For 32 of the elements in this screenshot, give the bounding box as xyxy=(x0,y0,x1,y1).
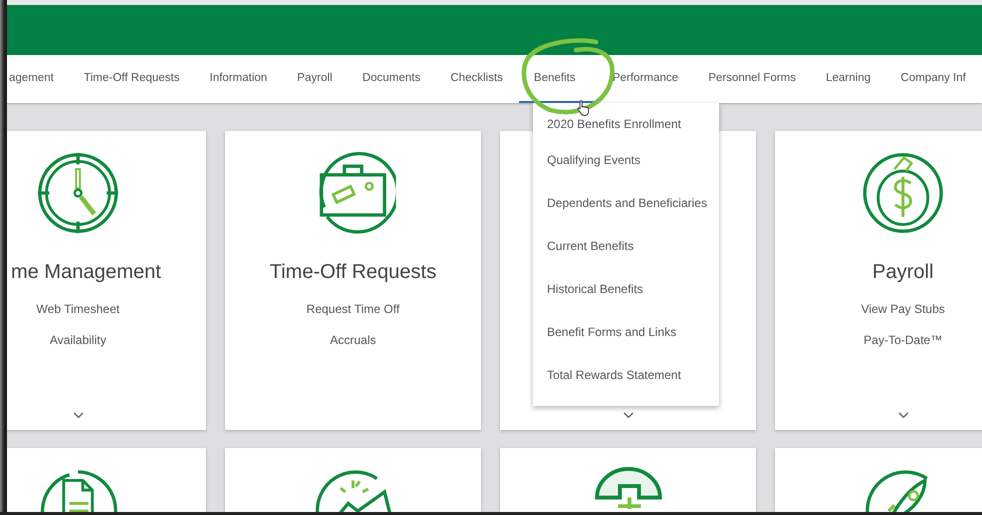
clock-icon xyxy=(35,150,121,236)
card-link[interactable]: View Pay Stubs xyxy=(861,302,945,316)
card-link[interactable]: Web Timesheet xyxy=(36,302,120,316)
menu-item[interactable]: Dependents and Beneficiaries xyxy=(533,181,719,224)
money-bag-icon xyxy=(860,150,946,236)
nav-tab[interactable]: Checklists xyxy=(436,55,517,103)
chevron-down-icon[interactable] xyxy=(72,412,84,419)
nav-tab[interactable]: Information xyxy=(196,55,282,103)
umbrella-icon xyxy=(594,467,662,509)
nav-tab[interactable]: Learning xyxy=(812,55,885,103)
nav-tab[interactable]: Personnel Forms xyxy=(694,55,810,103)
menu-item[interactable]: Benefit Forms and Links xyxy=(533,310,719,353)
card-title: me Management xyxy=(10,261,162,284)
card-link[interactable]: Availability xyxy=(50,333,106,347)
nav-tab[interactable]: Time-Off Requests xyxy=(70,55,194,103)
card-link[interactable]: Pay-To-Date™ xyxy=(864,333,942,347)
menu-item[interactable]: 2020 Benefits Enrollment xyxy=(533,110,719,138)
chevron-down-icon[interactable] xyxy=(898,412,908,419)
nav-tab[interactable]: agement xyxy=(7,55,68,103)
nav-tab[interactable]: Payroll xyxy=(283,55,346,103)
nav-tab[interactable]: Company Inf xyxy=(886,55,966,103)
menu-item[interactable]: Total Rewards Statement xyxy=(533,353,719,396)
card-link[interactable]: Request Time Off xyxy=(306,302,400,316)
nav-tab[interactable]: Performance xyxy=(598,55,692,103)
menu-item[interactable]: Current Benefits xyxy=(533,224,719,267)
card-link[interactable]: Accruals xyxy=(330,333,376,347)
chevron-down-icon[interactable] xyxy=(622,412,634,419)
menu-item[interactable]: Qualifying Events xyxy=(533,138,719,181)
menu-item[interactable]: Historical Benefits xyxy=(533,267,719,310)
card-title: Payroll xyxy=(872,261,934,284)
card-title: Time-Off Requests xyxy=(270,261,436,284)
nav-tab[interactable]: Documents xyxy=(348,55,434,103)
